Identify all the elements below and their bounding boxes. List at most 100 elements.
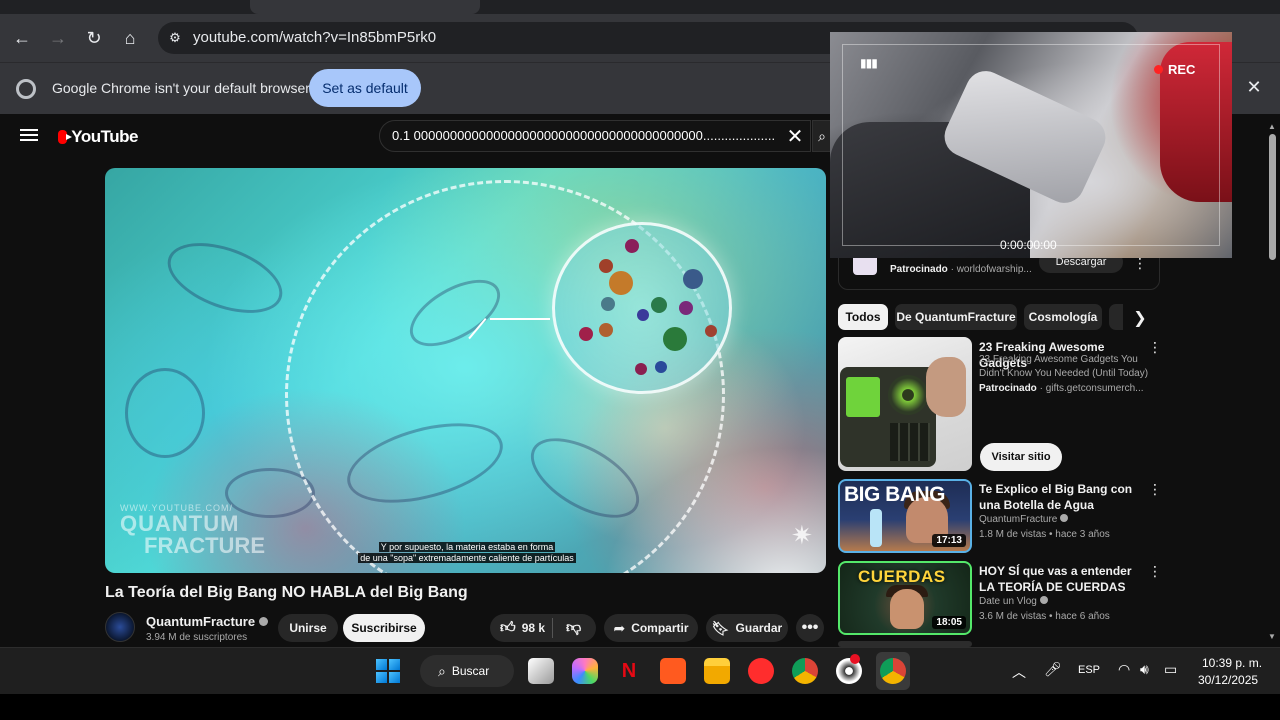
- thumbnail-text: CUERDAS: [858, 567, 946, 586]
- windows-start-icon[interactable]: [376, 659, 400, 683]
- wifi-icon[interactable]: ◠: [1118, 661, 1130, 678]
- notification-dot: [850, 654, 860, 664]
- youtube-logo[interactable]: YouTube: [58, 126, 138, 148]
- channel-name[interactable]: Date un Vlog: [979, 594, 1048, 609]
- netflix-icon[interactable]: N: [616, 658, 642, 684]
- search-query[interactable]: 0.1 000000000000000000000000000000000000…: [392, 128, 776, 143]
- copilot-icon[interactable]: [572, 658, 598, 684]
- microphone-icon[interactable]: 🎤︎: [1044, 661, 1062, 678]
- search-icon: ⌕: [438, 662, 446, 679]
- bottom-bezel: [0, 694, 1280, 720]
- like-count[interactable]: 98 k: [522, 621, 545, 635]
- save-button[interactable]: 🔖︎ Guardar: [706, 614, 788, 642]
- list-item[interactable]: BIG BANG 17:13 Te Explico el Big Bang co…: [838, 479, 1162, 553]
- particle-soup-zoom: [552, 222, 732, 394]
- subscribe-button[interactable]: Suscribirse: [343, 614, 425, 642]
- thumbs-up-icon[interactable]: 👍︎: [500, 619, 516, 637]
- chip-partial[interactable]: [1109, 304, 1123, 330]
- list-item[interactable]: 23 Freaking Awesome Gadgets 23 Freaking …: [838, 337, 1162, 471]
- visit-site-button[interactable]: Visitar sitio: [980, 443, 1062, 471]
- camera-frame-guides: [842, 44, 1220, 246]
- avatar[interactable]: [105, 612, 135, 642]
- battery-icon[interactable]: ▭: [1164, 661, 1177, 678]
- infobar-message: Google Chrome isn't your default browser: [52, 80, 310, 96]
- chrome-active-icon[interactable]: [880, 658, 906, 684]
- clock-time[interactable]: 10:39 p. m.: [1202, 656, 1262, 670]
- channel-watermark: WWW.YOUTUBE.COM/ QUANTUM FRACTURE: [120, 503, 265, 558]
- chip-de-quantumfracture[interactable]: De QuantumFracture: [895, 304, 1017, 330]
- site-info-icon[interactable]: ⚙: [166, 29, 184, 47]
- url-text[interactable]: youtube.com/watch?v=In85bmP5rk0: [193, 29, 436, 46]
- chevron-right-icon[interactable]: ❯: [1128, 306, 1152, 330]
- chrome-icon: [16, 79, 36, 99]
- thumbnail[interactable]: [838, 337, 972, 471]
- back-icon[interactable]: ←: [8, 24, 36, 52]
- close-icon[interactable]: ✕: [1244, 77, 1264, 97]
- verified-icon: [1060, 514, 1069, 522]
- home-icon[interactable]: ⌂: [116, 24, 144, 52]
- list-item[interactable]: CUERDAS 18:05 HOY SÍ que vas a entender …: [838, 561, 1162, 635]
- video-title: La Teoría del Big Bang NO HABLA del Big …: [105, 584, 468, 601]
- taskbar-search-button[interactable]: ⌕ Buscar: [420, 655, 514, 687]
- view-meta: 3.6 M de vistas • hace 6 años: [979, 611, 1110, 622]
- clear-search-icon[interactable]: ✕: [784, 125, 806, 148]
- crunchyroll-icon[interactable]: [660, 658, 686, 684]
- thumbnail-text: BIG BANG: [844, 483, 946, 506]
- channel-name[interactable]: QuantumFracture: [146, 614, 269, 629]
- youtube-music-icon[interactable]: [748, 658, 774, 684]
- ad-description: 23 Freaking Awesome Gadgets You Didn't K…: [979, 354, 1149, 379]
- windows-taskbar: ⌕ Buscar N ︿ 🎤︎ ESP ◠ 🔊︎ ▭ 10:39 p. m. 30…: [0, 647, 1280, 694]
- recording-dot-icon: [1154, 65, 1163, 74]
- kebab-menu-icon[interactable]: ⋮: [1148, 481, 1162, 498]
- search-input[interactable]: 0.1 000000000000000000000000000000000000…: [379, 120, 811, 152]
- clock-date[interactable]: 30/12/2025: [1198, 673, 1258, 687]
- thumbnail[interactable]: BIG BANG 17:13: [838, 479, 972, 553]
- volume-icon[interactable]: 🔊︎: [1140, 661, 1149, 678]
- video-player[interactable]: WWW.YOUTUBE.COM/ QUANTUM FRACTURE ✷ Y po…: [105, 168, 826, 573]
- youtube-play-icon: [58, 130, 73, 144]
- callout-line: [490, 318, 550, 320]
- scroll-down-icon[interactable]: ▼: [1268, 632, 1276, 641]
- ad-sponsor-line: Patrocinado · gifts.getconsumerch...: [979, 383, 1144, 394]
- join-button[interactable]: Unirse: [278, 614, 338, 642]
- chip-cosmologia[interactable]: Cosmología: [1024, 304, 1102, 330]
- scrollbar-thumb[interactable]: [1269, 134, 1276, 260]
- youtube-wordmark: YouTube: [71, 127, 138, 146]
- verified-icon: [259, 617, 269, 626]
- set-default-button[interactable]: Set as default: [309, 69, 421, 107]
- language-indicator[interactable]: ESP: [1078, 664, 1100, 676]
- thumbs-down-icon[interactable]: 👎︎: [566, 619, 581, 637]
- quantum-fracture-logo-icon: ✷: [791, 520, 813, 550]
- thumbnail[interactable]: CUERDAS 18:05: [838, 561, 972, 635]
- forward-icon[interactable]: →: [44, 24, 72, 52]
- channel-name[interactable]: QuantumFracture: [979, 512, 1069, 527]
- chevron-up-icon[interactable]: ︿: [1012, 662, 1026, 682]
- duration-badge: 18:05: [932, 616, 966, 629]
- webcam-overlay: ▮▮▮ REC 0:00:00:00: [830, 32, 1232, 258]
- video-subtitle: Y por supuesto, la materia estaba en for…: [357, 542, 577, 564]
- reload-icon[interactable]: ↻: [80, 24, 108, 52]
- page-scrollbar[interactable]: ▲ ▼: [1266, 122, 1280, 646]
- kebab-menu-icon[interactable]: ⋮: [1148, 339, 1162, 356]
- video-title[interactable]: Te Explico el Big Bang con una Botella d…: [979, 481, 1147, 513]
- more-actions-icon[interactable]: •••: [796, 614, 824, 642]
- active-tab[interactable]: [250, 0, 480, 14]
- share-button[interactable]: ➦ Compartir: [604, 614, 698, 642]
- chrome-icon[interactable]: [792, 658, 818, 684]
- video-title[interactable]: HOY SÍ que vas a entender LA TEORÍA DE C…: [979, 563, 1147, 595]
- subtitle-line-1: Y por supuesto, la materia estaba en for…: [378, 542, 556, 552]
- subscriber-count: 3.94 M de suscriptores: [146, 632, 248, 643]
- chip-todos[interactable]: Todos: [838, 304, 888, 330]
- file-explorer-icon[interactable]: [704, 658, 730, 684]
- verified-icon: [1039, 596, 1048, 604]
- subtitle-line-2: de una "sopa" extremadamente caliente de…: [358, 553, 576, 563]
- battery-icon: ▮▮▮: [860, 56, 878, 70]
- scroll-up-icon[interactable]: ▲: [1268, 122, 1276, 131]
- tab-strip: [0, 0, 1280, 14]
- radio-gadget-image: [840, 367, 936, 467]
- ad-sponsor-line: Patrocinado · worldofwarship...: [890, 264, 1032, 275]
- menu-icon[interactable]: [20, 127, 38, 145]
- task-view-icon[interactable]: [528, 658, 554, 684]
- search-icon[interactable]: ⌕: [812, 120, 832, 152]
- kebab-menu-icon[interactable]: ⋮: [1148, 563, 1162, 580]
